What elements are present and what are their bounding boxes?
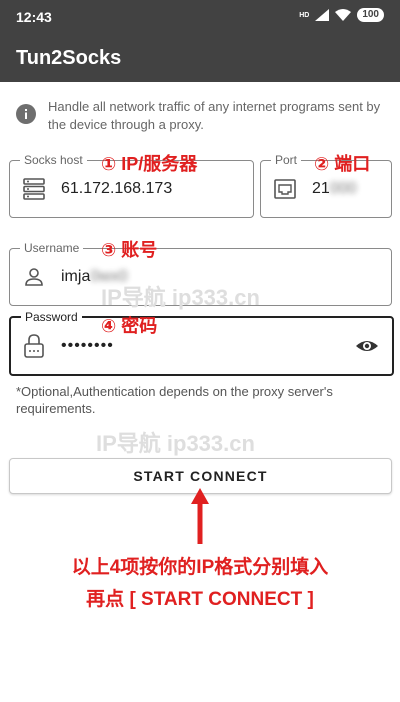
port-value-visible: 21	[312, 180, 330, 197]
info-icon	[16, 104, 36, 124]
auth-hint: *Optional,Authentication depends on the …	[16, 384, 333, 416]
annotation-port: ② 端口	[314, 154, 371, 174]
person-icon	[25, 268, 43, 286]
username-label: Username	[20, 241, 84, 255]
port-value: 21000	[312, 180, 357, 198]
watermark-text: IP导航 ip333.cn	[101, 285, 260, 310]
ethernet-port-icon	[274, 179, 296, 199]
watermark-text: IP导航 ip333.cn	[96, 431, 255, 456]
socks-host-label: Socks host	[20, 153, 87, 167]
instruction-line-2: 再点 [ START CONNECT ]	[86, 589, 314, 610]
signal-icon	[315, 9, 330, 21]
hd-signal-icon: HD	[299, 11, 310, 19]
port-label: Port	[271, 153, 302, 167]
port-value-blurred: 000	[329, 180, 357, 197]
password-label: Password	[21, 310, 82, 324]
annotation-username: ③ 账号	[101, 240, 158, 260]
annotation-password: ④ 密码	[101, 316, 158, 336]
app-title: Tun2Socks	[16, 47, 122, 69]
instruction-line-1: 以上4项按你的IP格式分别填入	[71, 557, 329, 578]
annotation-host: ① IP/服务器	[101, 154, 198, 174]
username-value-visible: imja	[61, 268, 91, 285]
status-icons: HD 100	[299, 8, 384, 22]
wifi-icon	[335, 9, 352, 21]
server-icon	[23, 178, 45, 200]
password-field[interactable]: Password ••••••••	[9, 310, 394, 376]
arrow-up-icon	[191, 488, 209, 544]
status-time: 12:43	[16, 9, 52, 25]
info-text: Handle all network traffic of any intern…	[48, 99, 381, 132]
socks-host-value: 61.172.168.173	[61, 180, 173, 197]
password-value: ••••••••	[61, 337, 114, 354]
status-bar: 12:43 HD 100	[0, 0, 400, 34]
battery-icon: 100	[357, 8, 384, 22]
app-bar: Tun2Socks	[0, 34, 400, 82]
eye-icon[interactable]	[355, 334, 379, 358]
lock-icon	[24, 334, 44, 358]
